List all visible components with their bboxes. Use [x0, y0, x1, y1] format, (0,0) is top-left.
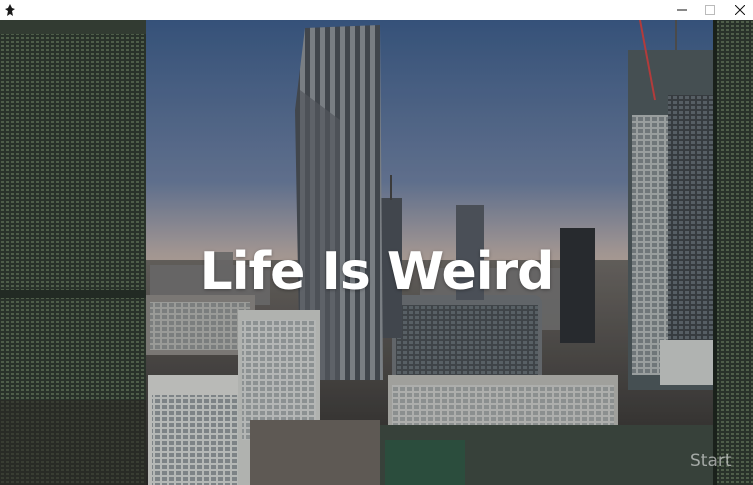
app-window: Life Is Weird Start	[0, 0, 753, 485]
maximize-icon	[705, 5, 715, 15]
minimize-icon	[677, 9, 687, 11]
app-icon	[5, 4, 15, 16]
maximize-button[interactable]	[695, 0, 725, 20]
background-video: Life Is Weird Start	[0, 20, 753, 485]
start-button[interactable]: Start	[690, 451, 732, 471]
close-icon	[735, 5, 745, 15]
game-title: Life Is Weird	[199, 242, 555, 302]
minimize-button[interactable]	[667, 0, 697, 20]
title-bar[interactable]	[0, 0, 753, 20]
close-button[interactable]	[725, 0, 753, 20]
